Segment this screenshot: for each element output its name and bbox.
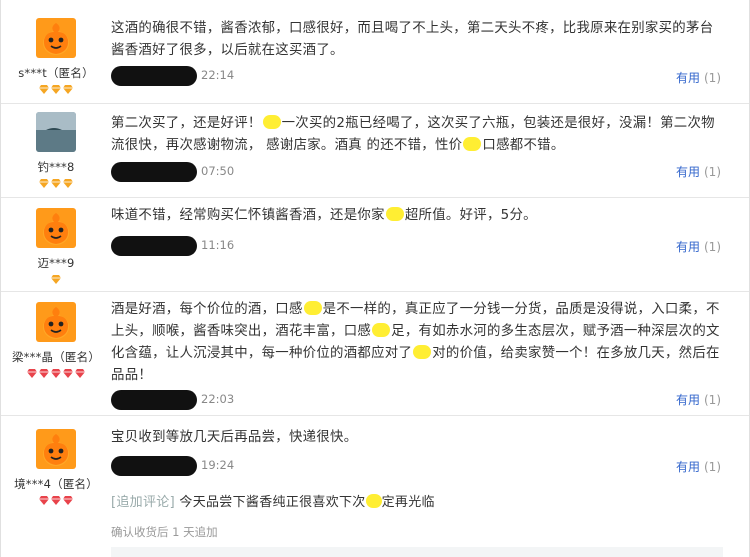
- level-gem-icon: [63, 179, 73, 188]
- level-gem-icon: [27, 369, 37, 378]
- level-gem-icon: [39, 369, 49, 378]
- level-gem-icon: [39, 85, 49, 94]
- avatar[interactable]: [36, 429, 76, 469]
- redaction-mark: [262, 115, 281, 129]
- username: s***t（匿名）: [18, 66, 94, 80]
- level-gem-icon: [39, 179, 49, 188]
- review-item: s***t（匿名） 这酒的确很不错，酱香浓郁，口感很好，而且喝了不上头，第二天头…: [1, 0, 749, 104]
- level-gem-icon: [39, 496, 49, 505]
- level-gem-icon: [51, 275, 61, 284]
- review-text: 酒是好酒，每个价位的酒，口感 是不一样的，真正应了一分钱一分货，品质是没得说，入口…: [111, 299, 723, 387]
- redaction-mark: [463, 137, 482, 151]
- reply-area: [111, 547, 723, 557]
- redaction-mask: [111, 236, 197, 256]
- level-gem-icon: [63, 369, 73, 378]
- review-text: 味道不错，经常购买仁怀镇酱香酒，还是你家 超所值。好评，5分。: [111, 205, 723, 227]
- level-gem-icon: [63, 85, 73, 94]
- avatar[interactable]: [36, 302, 76, 342]
- append-time: 确认收货后 1 天追加: [111, 525, 218, 539]
- level-gem-icon: [51, 369, 61, 378]
- redaction-mark: [372, 323, 391, 337]
- review-item: 梁***晶（匿名） 酒是好酒，每个价位的酒，口感 是不一样的，真正应了一分钱一分货…: [1, 292, 749, 416]
- review-text: 这酒的确很不错，酱香浓郁，口感很好，而且喝了不上头，第二天头不疼，比我原来在别家…: [111, 18, 723, 62]
- useful-count: (1): [704, 71, 721, 85]
- useful-count: (1): [704, 165, 721, 179]
- redaction-mask: [111, 66, 197, 86]
- level-gem-icon: [51, 496, 61, 505]
- useful-button[interactable]: 有用 (1): [676, 458, 721, 475]
- review-text-part: 宝贝收到等放几天后再品尝，快递很快。: [111, 430, 358, 445]
- username: 迈***9: [37, 256, 75, 270]
- mascot-icon: [36, 18, 76, 58]
- review-item: 钓***8 第二次买了，还是好评！ 一次买的2瓶已经喝了，这次买了六瓶，包装还是很…: [1, 104, 749, 198]
- user-level: [1, 177, 111, 189]
- review-text-part: 第二次买了，还是好评！: [111, 116, 262, 131]
- username: 境***4（匿名）: [14, 477, 98, 491]
- mascot-icon: [36, 208, 76, 248]
- redaction-mask: [111, 162, 197, 182]
- append-text: 今天品尝下酱香纯正很喜欢下次 定再光临: [179, 494, 435, 510]
- review-text-part: 酒是好酒，每个价位的酒，口感: [111, 302, 303, 317]
- user-info: s***t（匿名）: [1, 18, 111, 95]
- review-item: 迈***9 味道不错，经常购买仁怀镇酱香酒，还是你家 超所值。好评，5分。 11:…: [1, 198, 749, 292]
- username: 钓***8: [37, 160, 75, 174]
- review-time: 22:14: [201, 68, 235, 82]
- useful-button[interactable]: 有用 (1): [676, 163, 721, 180]
- user-level: [1, 367, 111, 379]
- redaction-mask: [111, 390, 197, 410]
- review-list: s***t（匿名） 这酒的确很不错，酱香浓郁，口感很好，而且喝了不上头，第二天头…: [0, 0, 750, 557]
- username: 梁***晶（匿名）: [11, 350, 101, 364]
- redaction-mark: [303, 301, 322, 315]
- review-time: 19:24: [201, 458, 235, 472]
- useful-count: (1): [704, 240, 721, 254]
- review-text-part: 这酒的确很不错，酱香浓郁，口感很好，而且喝了不上头，第二天头不疼，比我原来在别家…: [111, 21, 714, 58]
- review-text: 宝贝收到等放几天后再品尝，快递很快。: [111, 427, 723, 449]
- level-gem-icon: [51, 85, 61, 94]
- useful-count: (1): [704, 460, 721, 474]
- redaction-mark: [385, 207, 404, 221]
- user-level: [1, 494, 111, 506]
- useful-button[interactable]: 有用 (1): [676, 69, 721, 86]
- useful-count: (1): [704, 393, 721, 407]
- user-info: 境***4（匿名）: [1, 429, 111, 506]
- review-text-part: 味道不错，经常购买仁怀镇酱香酒，还是你家: [111, 208, 385, 223]
- review-text: 第二次买了，还是好评！ 一次买的2瓶已经喝了，这次买了六瓶，包装还是很好，没漏！第…: [111, 113, 723, 157]
- user-level: [1, 273, 111, 285]
- useful-button[interactable]: 有用 (1): [676, 238, 721, 255]
- mascot-icon: [36, 302, 76, 342]
- review-time: 11:16: [201, 238, 235, 252]
- user-info: 梁***晶（匿名）: [1, 302, 111, 379]
- level-gem-icon: [63, 496, 73, 505]
- avatar[interactable]: [36, 112, 76, 152]
- review-time: 07:50: [201, 164, 235, 178]
- redaction-mask: [111, 456, 197, 476]
- avatar[interactable]: [36, 208, 76, 248]
- review-text-part: 超所值。好评，5分。: [404, 208, 537, 223]
- redaction-mark: [413, 345, 432, 359]
- redaction-mark: [365, 494, 382, 508]
- sea-photo-icon: [36, 112, 76, 152]
- append-review: [追加评论] 今天品尝下酱香纯正很喜欢下次 定再光临: [111, 491, 435, 510]
- mascot-icon: [36, 429, 76, 469]
- review-time: 22:03: [201, 392, 235, 406]
- append-tag: [追加评论]: [111, 495, 175, 510]
- user-level: [1, 83, 111, 95]
- avatar[interactable]: [36, 18, 76, 58]
- user-info: 钓***8: [1, 112, 111, 189]
- level-gem-icon: [51, 179, 61, 188]
- review-text-part: 口感都不错。: [482, 138, 565, 153]
- level-gem-icon: [75, 369, 85, 378]
- useful-button[interactable]: 有用 (1): [676, 391, 721, 408]
- user-info: 迈***9: [1, 208, 111, 285]
